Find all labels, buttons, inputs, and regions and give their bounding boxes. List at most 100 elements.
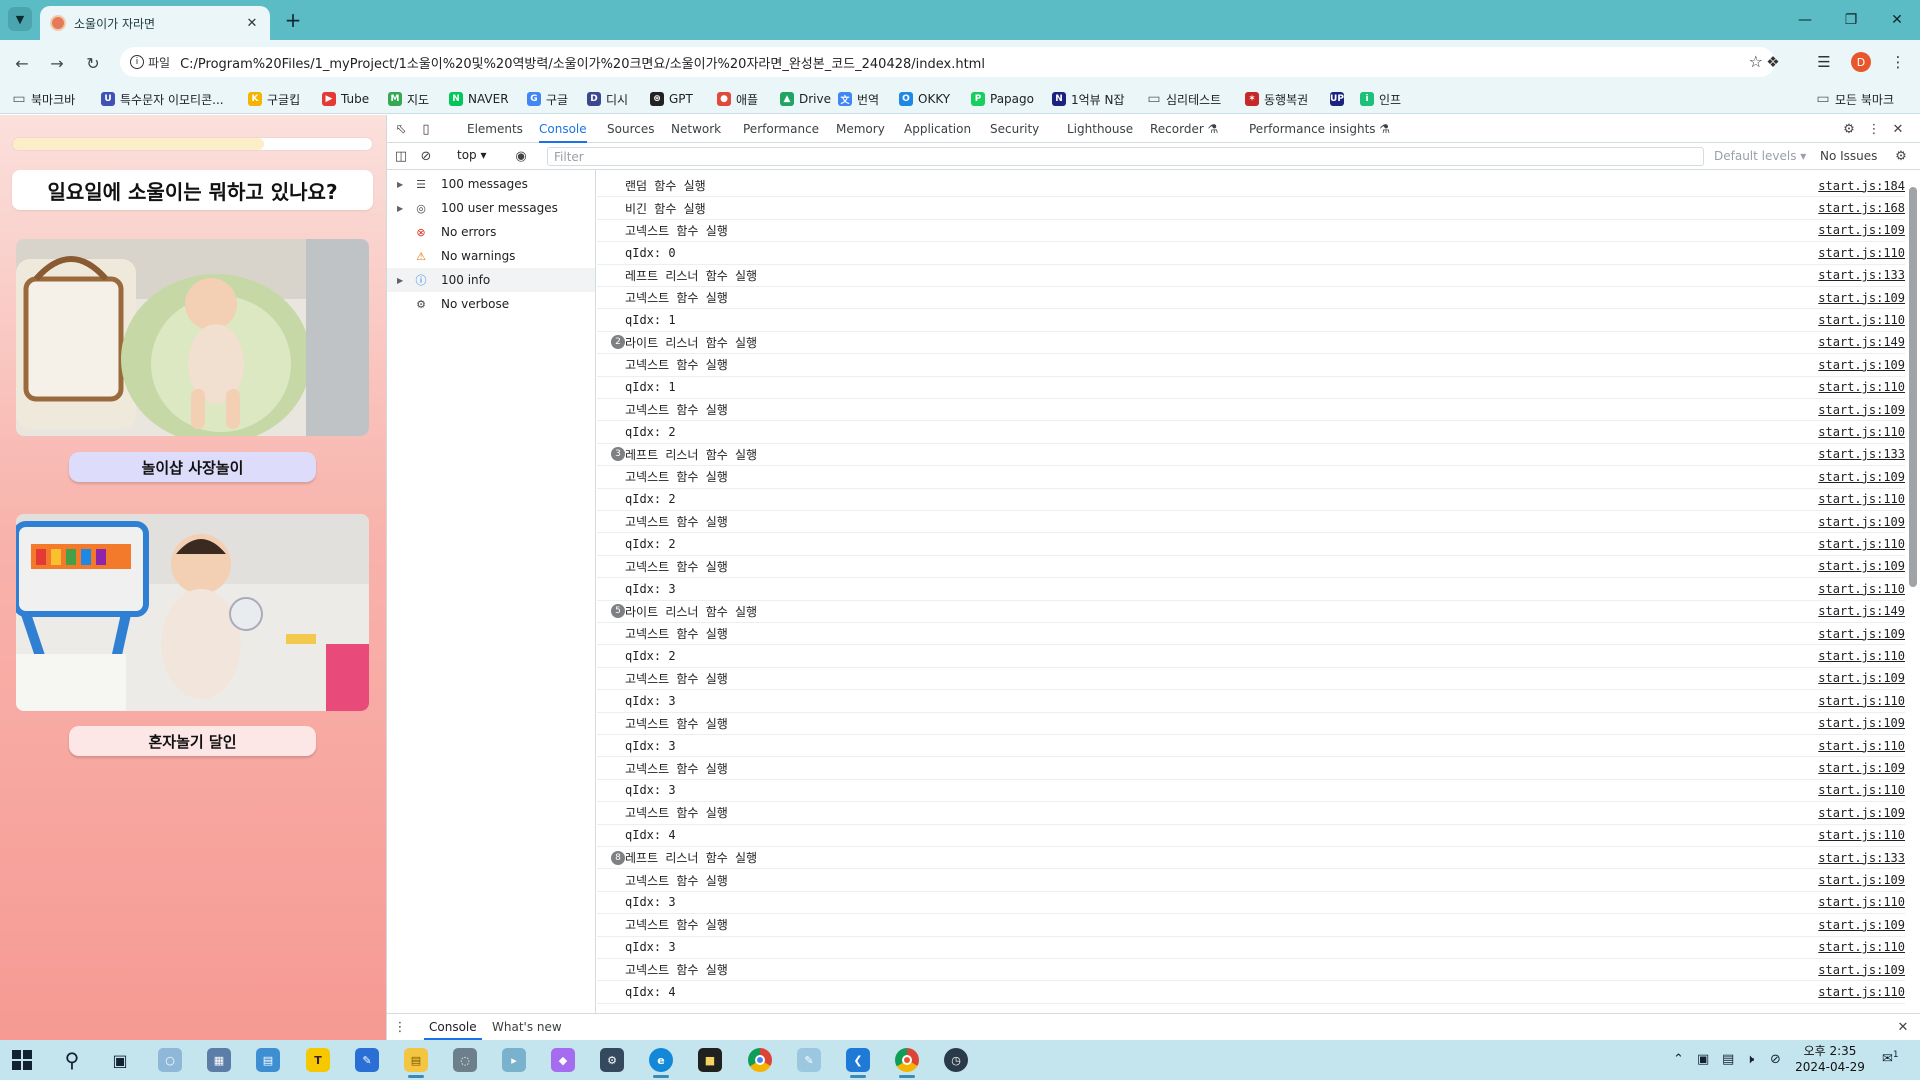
bookmark-item[interactable]: ✶ 동행복권 <box>1245 90 1308 108</box>
console-settings-gear-icon[interactable]: ⚙ <box>1892 147 1910 165</box>
console-sidebar-item[interactable]: ▶ ⓘ 100 info <box>387 268 595 292</box>
figma-app-icon[interactable]: ◆ <box>543 1044 583 1076</box>
console-source-link[interactable]: start.js:109 <box>1818 761 1905 775</box>
bookmark-item[interactable]: N NAVER <box>449 90 509 108</box>
chrome-app-icon[interactable] <box>740 1044 780 1076</box>
drawer-menu-icon[interactable]: ⋮ <box>391 1018 409 1036</box>
url-text[interactable]: C:/Program%20Files/1_myProject/1소울이%20및%… <box>180 53 985 72</box>
expand-arrow-icon[interactable]: ▶ <box>397 180 413 189</box>
devtools-close-icon[interactable]: ✕ <box>1889 120 1907 138</box>
bookmark-item[interactable]: ● 애플 <box>717 90 758 108</box>
drawer-tab-console[interactable]: Console <box>424 1014 482 1040</box>
bookmark-item[interactable]: ⊛ GPT <box>650 90 693 108</box>
console-source-link[interactable]: start.js:109 <box>1818 716 1905 730</box>
chrome-profile-app-icon[interactable] <box>887 1044 927 1078</box>
task-view-icon[interactable]: ▣ <box>100 1044 140 1076</box>
back-icon[interactable]: ← <box>9 50 35 76</box>
console-source-link[interactable]: start.js:149 <box>1818 335 1905 349</box>
devtools-tab-lighthouse[interactable]: Lighthouse <box>1067 115 1133 143</box>
console-source-link[interactable]: start.js:110 <box>1818 246 1905 260</box>
console-source-link[interactable]: start.js:110 <box>1818 425 1905 439</box>
address-bar[interactable]: i 파일 C:/Program%20Files/1_myProject/1소울이… <box>120 47 1775 77</box>
devtools-tab-application[interactable]: Application <box>904 115 971 143</box>
console-source-link[interactable]: start.js:109 <box>1818 291 1905 305</box>
console-source-link[interactable]: start.js:110 <box>1818 895 1905 909</box>
bookmark-item[interactable]: K 구글킵 <box>248 90 300 108</box>
sticky-notes-app-icon[interactable]: ■ <box>690 1044 730 1076</box>
console-source-link[interactable]: start.js:184 <box>1818 179 1905 193</box>
extensions-icon[interactable]: ❖ <box>1761 51 1785 73</box>
bookmark-item[interactable]: ▭ 모든 북마크 <box>1816 90 1894 108</box>
bookmark-item[interactable]: O OKKY <box>899 90 950 108</box>
console-source-link[interactable]: start.js:110 <box>1818 380 1905 394</box>
console-source-link[interactable]: start.js:109 <box>1818 223 1905 237</box>
tab-search-icon[interactable]: ▼ <box>8 7 32 31</box>
windows-start-icon[interactable] <box>2 1044 42 1076</box>
console-source-link[interactable]: start.js:109 <box>1818 963 1905 977</box>
reload-icon[interactable]: ↻ <box>80 50 106 76</box>
bookmark-item[interactable]: ▲ Drive <box>780 90 831 108</box>
console-source-link[interactable]: start.js:110 <box>1818 649 1905 663</box>
console-source-link[interactable]: start.js:133 <box>1818 268 1905 282</box>
close-window-icon[interactable]: ✕ <box>1874 0 1920 40</box>
minimize-icon[interactable]: — <box>1782 0 1828 40</box>
console-source-link[interactable]: start.js:149 <box>1818 604 1905 618</box>
notepad-app-icon[interactable]: ✎ <box>347 1044 387 1076</box>
bookmark-item[interactable]: 文 번역 <box>838 90 879 108</box>
bookmark-item[interactable]: ▭ 북마크바 <box>12 90 75 108</box>
bookmark-item[interactable]: ▭ 심리테스트 <box>1147 90 1221 108</box>
context-selector[interactable]: top ▾ <box>457 148 487 162</box>
console-sidebar-item[interactable]: ▶ ☰ 100 messages <box>387 172 595 196</box>
console-source-link[interactable]: start.js:109 <box>1818 470 1905 484</box>
console-source-link[interactable]: start.js:110 <box>1818 828 1905 842</box>
answer-photo-1[interactable] <box>16 239 369 436</box>
scrollbar-thumb[interactable] <box>1909 187 1917 587</box>
devtools-tab-recorder[interactable]: Recorder ⚗ <box>1150 115 1218 143</box>
bookmark-item[interactable]: ▶ Tube <box>322 90 369 108</box>
paint-app-icon[interactable]: ○ <box>150 1044 190 1076</box>
devtools-tab-performance[interactable]: Performance <box>743 115 819 143</box>
expand-arrow-icon[interactable]: ▶ <box>397 204 413 213</box>
bookmark-item[interactable]: U 특수문자 이모티콘... <box>101 90 224 108</box>
tray-device-icon[interactable]: ▣ <box>1697 1052 1709 1067</box>
console-source-link[interactable]: start.js:109 <box>1818 671 1905 685</box>
devtools-menu-icon[interactable]: ⋮ <box>1865 120 1883 138</box>
tray-overflow-chevron-icon[interactable]: ⌃ <box>1673 1052 1684 1067</box>
photos-app-icon[interactable]: ▤ <box>248 1044 288 1076</box>
console-source-link[interactable]: start.js:133 <box>1818 447 1905 461</box>
devtools-tab-elements[interactable]: Elements <box>467 115 523 143</box>
vscode-app-icon[interactable]: ❮ <box>838 1044 878 1078</box>
media-control-icon[interactable]: ☰ <box>1812 51 1836 73</box>
console-source-link[interactable]: start.js:110 <box>1818 537 1905 551</box>
issues-counter[interactable]: No Issues <box>1820 149 1877 163</box>
bookmark-item[interactable]: M 지도 <box>388 90 429 108</box>
devtools-tab-network[interactable]: Network <box>671 115 721 143</box>
drawer-close-icon[interactable]: ✕ <box>1894 1018 1912 1036</box>
bookmark-item[interactable]: N 1억뷰 N잡 <box>1052 90 1125 108</box>
volume-icon[interactable]: 🕨 <box>1746 1052 1754 1067</box>
devtools-tab-security[interactable]: Security <box>990 115 1039 143</box>
console-source-link[interactable]: start.js:109 <box>1818 918 1905 932</box>
sidebar-toggle-icon[interactable]: ◫ <box>392 147 410 165</box>
sniping-app-icon[interactable]: ◌ <box>445 1044 485 1076</box>
console-scrollbar[interactable] <box>1906 175 1918 1013</box>
console-sidebar-item[interactable]: ⚠ No warnings <box>387 244 595 268</box>
console-source-link[interactable]: start.js:133 <box>1818 851 1905 865</box>
bookmark-item[interactable]: G 구글 <box>527 90 568 108</box>
console-source-link[interactable]: start.js:109 <box>1818 873 1905 887</box>
site-info-icon[interactable]: i <box>130 55 144 69</box>
network-icon[interactable]: ▤ <box>1722 1052 1734 1067</box>
devtools-tab-console[interactable]: Console <box>539 115 587 143</box>
forward-icon[interactable]: → <box>44 50 70 76</box>
console-source-link[interactable]: start.js:110 <box>1818 940 1905 954</box>
console-source-link[interactable]: start.js:110 <box>1818 582 1905 596</box>
kakaotalk-app-icon[interactable]: T <box>298 1044 338 1076</box>
taskbar-search-icon[interactable]: ⚲ <box>52 1044 92 1076</box>
clock-app-icon[interactable]: ◷ <box>936 1044 976 1076</box>
settings-app-icon[interactable]: ⚙ <box>592 1044 632 1076</box>
console-source-link[interactable]: start.js:110 <box>1818 739 1905 753</box>
browser-tab[interactable]: 소울이가 자라면 ✕ <box>40 6 270 40</box>
devtools-tab-memory[interactable]: Memory <box>836 115 885 143</box>
devtools-tab-performance-insights[interactable]: Performance insights ⚗ <box>1249 115 1390 143</box>
console-source-link[interactable]: start.js:109 <box>1818 358 1905 372</box>
